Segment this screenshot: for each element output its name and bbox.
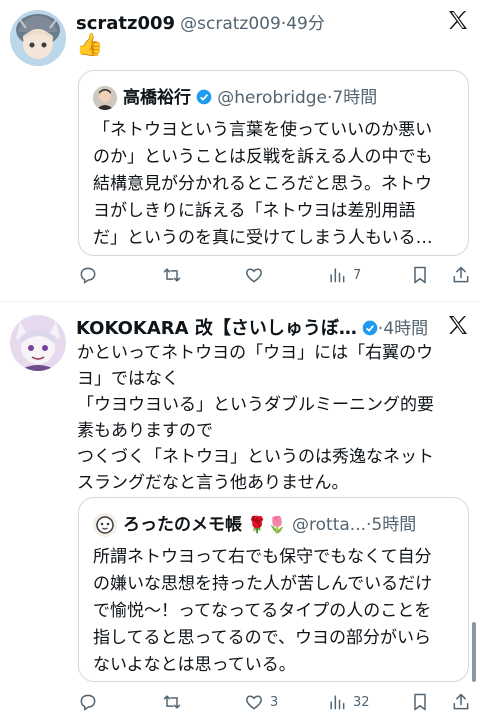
reply-button[interactable] — [78, 692, 98, 712]
share-icon — [453, 266, 469, 283]
quoted-author-name: 高橋裕行 — [123, 88, 191, 108]
quoted-post-text: 所謂ネトウヨって右でも保守でもなくて自分 の嫌いな思想を持った人が苦しんでいるだ… — [93, 544, 432, 679]
avatar-image — [10, 315, 66, 371]
scrollbar-thumb[interactable] — [472, 622, 476, 682]
reaction-emoji: 👍 — [76, 33, 104, 58]
share-icon — [453, 693, 469, 710]
quoted-line: だ」というのを真に受けてしまう人もいる… — [93, 228, 433, 248]
repost-button[interactable] — [162, 692, 182, 712]
quoted-line: で愉悦〜！ってなってるタイプの人のことを — [93, 601, 432, 621]
quoted-author-handle: @rotta... — [292, 515, 367, 535]
author-handle[interactable]: @scratz009 — [180, 14, 281, 34]
author-name[interactable]: scratz009 — [76, 13, 175, 34]
post2-header: KOKOKARA 改【さいしゅうぼ… ·4時間 — [76, 318, 429, 339]
likes-count: 3 — [270, 694, 279, 710]
post-line: つくづく「ネトウヨ」というのは秀逸なネット — [77, 447, 434, 467]
share-button[interactable] — [451, 692, 471, 712]
post-line: ヨ」ではなく — [77, 369, 179, 389]
quoted-author-name: ろったのメモ帳 — [123, 515, 242, 535]
name-emoji: 🌹🌷 — [247, 515, 287, 534]
post-time[interactable]: 4時間 — [383, 319, 428, 339]
views-count: 7 — [353, 267, 362, 283]
views-button[interactable]: 32 — [327, 692, 370, 712]
quoted-author-handle: @herobridge — [217, 88, 327, 108]
quoted-line: の嫌いな思想を持った人が苦しんでいるだけ — [93, 574, 433, 594]
quoted-avatar — [93, 86, 117, 110]
quoted-line: ないよなとは思っている。 — [93, 655, 296, 675]
quoted-line: ヨがしきりに訴える「ネトウヨは差別用語 — [93, 201, 416, 221]
quoted-post-time: 7時間 — [332, 88, 378, 108]
share-button[interactable] — [451, 265, 471, 285]
repost-icon — [163, 268, 181, 282]
reply-icon — [80, 694, 96, 711]
post-line: 「ウヨウヨいる」というダブルミーニング的要 — [77, 395, 434, 415]
x-logo-icon[interactable] — [446, 8, 470, 32]
heart-icon — [245, 268, 263, 283]
quoted-post-time: 5時間 — [371, 515, 417, 535]
bookmark-button[interactable] — [410, 692, 430, 712]
post-divider — [0, 301, 480, 302]
avatar-scratz009[interactable] — [10, 10, 66, 66]
avatar-image — [10, 10, 66, 66]
post-time[interactable]: 49分 — [286, 14, 325, 34]
post-line: かといってネトウヨの「ウヨ」には「右翼のウ — [77, 343, 434, 363]
quoted-post[interactable]: ろったのメモ帳 🌹🌷 @rotta...·5時間 所謂ネトウヨって右でも保守でも… — [78, 497, 469, 682]
reply-button[interactable] — [78, 265, 98, 285]
verified-badge-icon — [196, 89, 212, 105]
heart-icon — [245, 695, 263, 710]
post2-text: かといってネトウヨの「ウヨ」には「右翼のウ ヨ」ではなく 「ウヨウヨいる」という… — [77, 340, 434, 496]
author-name[interactable]: KOKOKARA 改【さいしゅうぼ… — [76, 318, 357, 339]
bookmark-icon — [414, 693, 426, 711]
avatar-kokokara[interactable] — [10, 315, 66, 371]
repost-icon — [163, 695, 181, 709]
views-count: 32 — [353, 694, 370, 710]
bookmark-button[interactable] — [410, 265, 430, 285]
quoted-post-text: 「ネトウヨという言葉を使っていいのか悪い のか」ということは反戦を訴える人の中で… — [93, 117, 433, 252]
views-chart-icon — [330, 268, 345, 283]
quoted-line: 所謂ネトウヨって右でも保守でもなくて自分 — [93, 547, 432, 567]
verified-badge-icon — [362, 320, 378, 336]
quoted-line: 「ネトウヨという言葉を使っていいのか悪い — [93, 120, 433, 140]
bookmark-icon — [414, 266, 426, 284]
like-button[interactable] — [244, 265, 264, 285]
like-button[interactable]: 3 — [244, 692, 278, 712]
views-chart-icon — [330, 695, 345, 710]
quoted-line: 結構意見が分かれるところだと思う。ネトウ — [93, 174, 432, 194]
post1-header: scratz009 @scratz009·49分 — [76, 13, 325, 34]
post-line: スラングだなと言う他ありません。 — [77, 473, 349, 493]
post-line: 素もありますので — [77, 421, 213, 441]
quoted-post[interactable]: 高橋裕行 @herobridge·7時間 「ネトウヨという言葉を使っていいのか悪… — [78, 70, 469, 256]
views-button[interactable]: 7 — [327, 265, 361, 285]
quoted-line: 指してると思ってるので、ウヨの部分がいら — [93, 628, 431, 648]
x-logo-icon[interactable] — [446, 313, 470, 337]
reply-icon — [80, 267, 96, 284]
repost-button[interactable] — [162, 265, 182, 285]
quoted-line: のか」ということは反戦を訴える人の中でも — [93, 147, 433, 167]
quoted-avatar — [93, 513, 117, 537]
